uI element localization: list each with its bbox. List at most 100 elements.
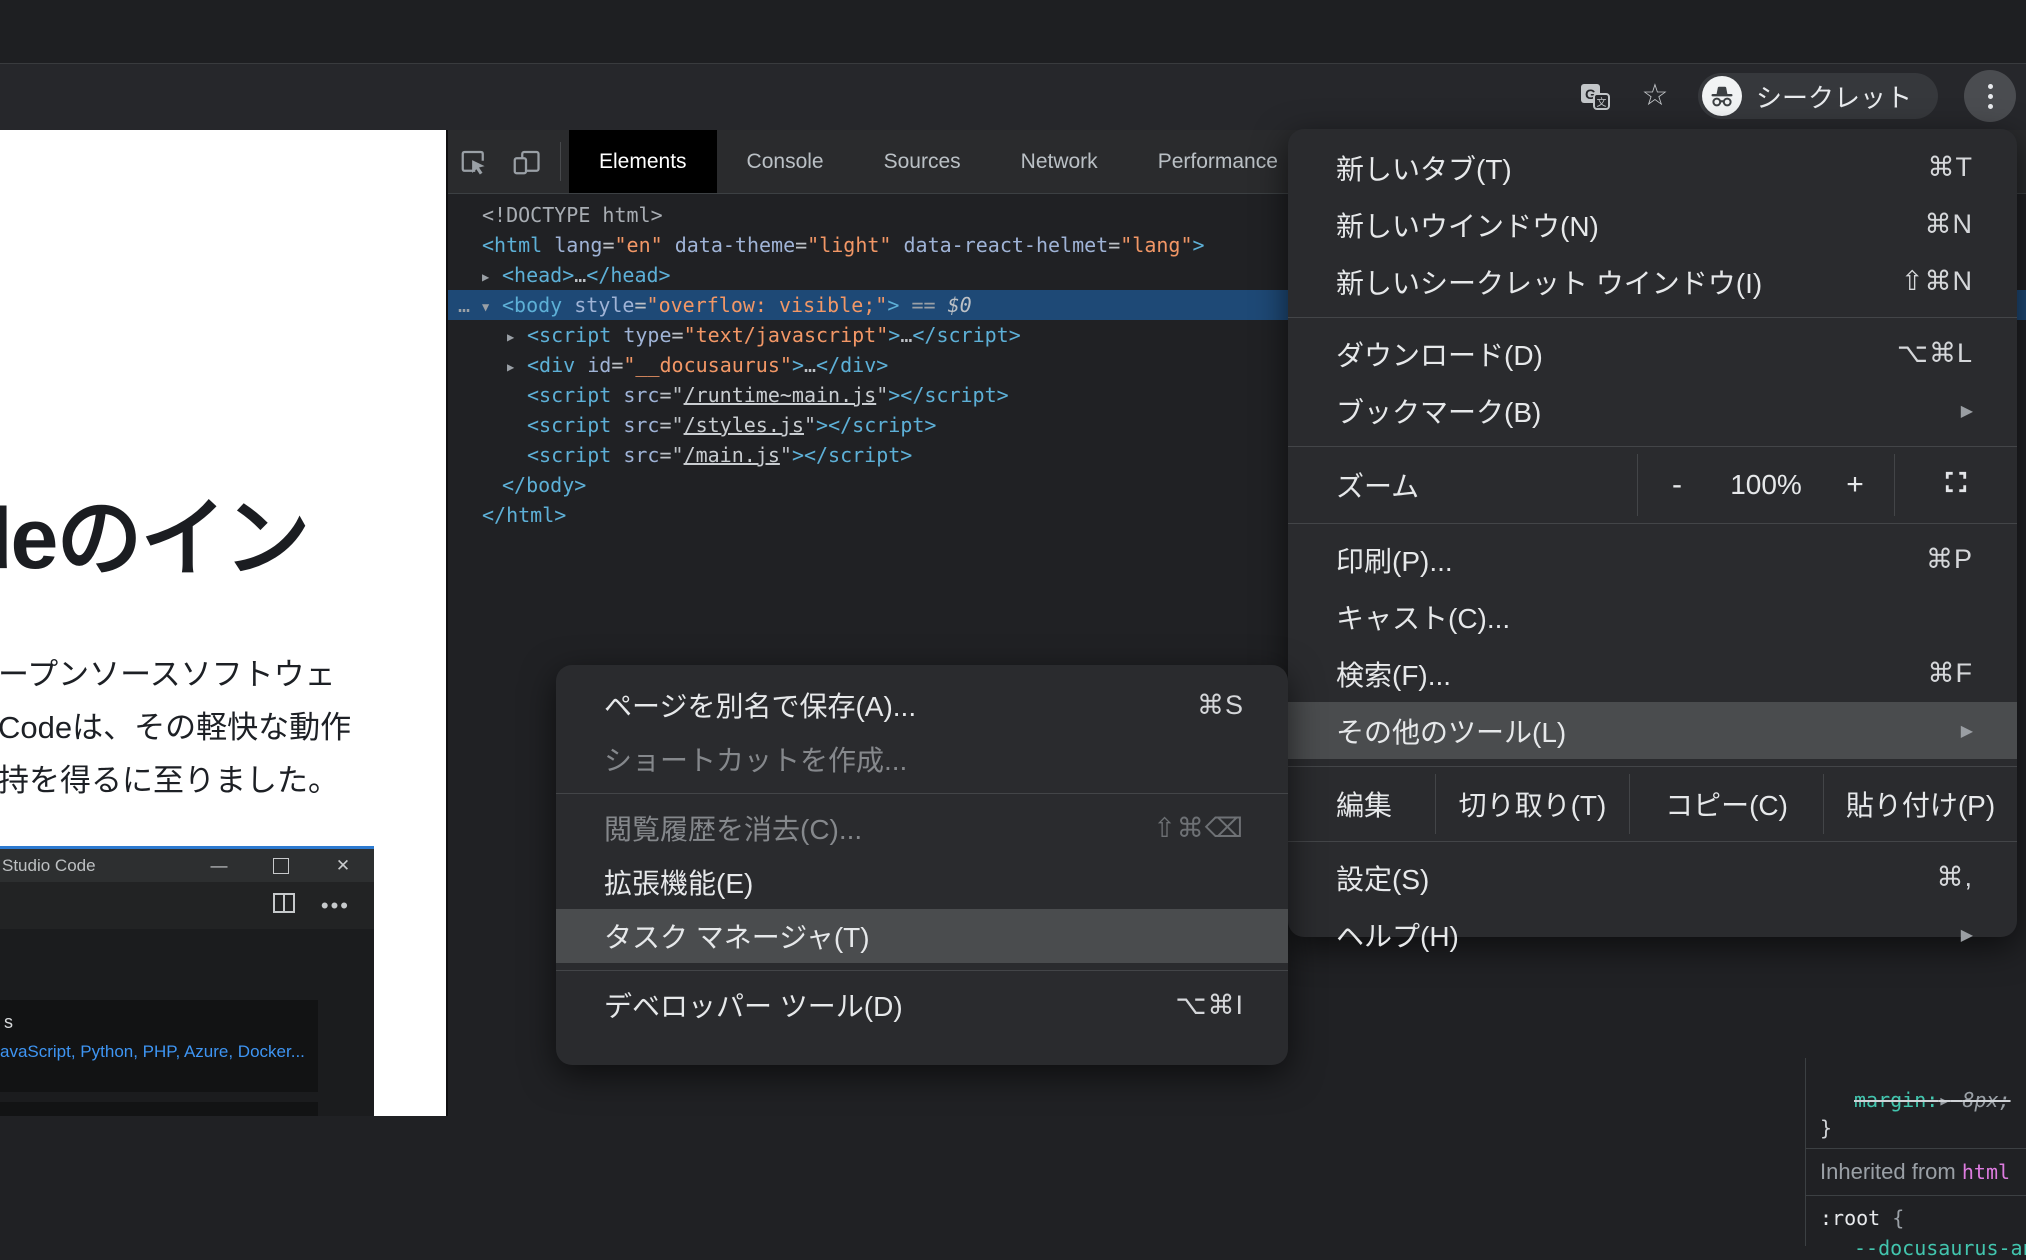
vscode-screenshot: Studio Code — ✕ ••• s avaScript, Python,… xyxy=(0,846,374,1116)
vscode-titlebar: Studio Code — ✕ xyxy=(0,849,374,882)
expand-arrow-icon[interactable]: ▶ xyxy=(507,352,527,382)
tab-console[interactable]: Console xyxy=(717,130,854,193)
menu-item[interactable]: 切り取り(T) xyxy=(1435,774,1629,834)
code-token: $0 xyxy=(948,293,972,317)
node-options-dots[interactable]: … xyxy=(458,290,470,320)
split-editor-icon xyxy=(273,893,295,918)
zoom-in-button[interactable]: + xyxy=(1816,454,1894,516)
menu-separator xyxy=(1288,523,2017,524)
menu-item[interactable]: ページを別名で保存(A)...⌘S xyxy=(556,678,1288,732)
expand-arrow-icon[interactable]: ▶ xyxy=(482,262,502,292)
code-token: <div xyxy=(527,353,575,377)
menu-item[interactable]: 検索(F)...⌘F xyxy=(1288,645,2017,702)
svg-text:文: 文 xyxy=(1596,96,1606,109)
screenshot-root: { "browser": { "incognito_label": "シークレッ… xyxy=(0,0,2026,1116)
code-token: … xyxy=(804,353,816,377)
code-token: > xyxy=(792,353,804,377)
code-token: "text/javascript" xyxy=(684,323,889,347)
tab-strip xyxy=(0,0,2026,64)
toolbar-divider xyxy=(560,142,561,181)
menu-item[interactable]: キャスト(C)... xyxy=(1288,588,2017,645)
menu-item-label: 設定(S) xyxy=(1336,858,1936,898)
collapse-arrow-icon[interactable]: ▼ xyxy=(482,292,502,322)
code-token: <head> xyxy=(502,263,574,287)
code-token: "overflow: visible;" xyxy=(647,293,888,317)
code-token: = xyxy=(795,233,807,257)
code-token xyxy=(891,233,903,257)
menu-item[interactable]: ダウンロード(D)⌥⌘L xyxy=(1288,325,2017,382)
menu-item[interactable]: 拡張機能(E) xyxy=(556,855,1288,909)
page-title: deのイン xyxy=(0,468,308,593)
menu-shortcut: ⌘, xyxy=(1936,862,1973,893)
menu-item[interactable]: デベロッパー ツール(D)⌥⌘I xyxy=(556,978,1288,1032)
menu-shortcut: ⌘P xyxy=(1926,544,1973,575)
code-token: … xyxy=(574,263,586,287)
expand-arrow-icon[interactable]: ▶ xyxy=(507,322,527,352)
more-tools-submenu: ページを別名で保存(A)...⌘Sショートカットを作成...閲覧履歴を消去(C)… xyxy=(556,665,1288,1065)
code-token: "lang" xyxy=(1120,233,1192,257)
code-token: <script xyxy=(527,443,611,467)
tab-performance[interactable]: Performance xyxy=(1128,130,1308,193)
code-token: <script xyxy=(527,323,611,347)
menu-item[interactable]: タスク マネージャ(T) xyxy=(556,909,1288,963)
menu-shortcut: ⌘S xyxy=(1197,690,1244,721)
menu-item-label: タスク マネージャ(T) xyxy=(604,916,1244,956)
menu-item[interactable]: ブックマーク(B)▶ xyxy=(1288,382,2017,439)
fullscreen-button[interactable] xyxy=(1895,454,2017,516)
browser-menu-button[interactable] xyxy=(1964,70,2016,122)
code-token: lang xyxy=(554,233,602,257)
code-token: id xyxy=(587,353,611,377)
code-token: </html> xyxy=(482,503,566,527)
menu-item[interactable]: コピー(C) xyxy=(1629,774,1823,834)
zoom-out-button[interactable]: - xyxy=(1638,454,1716,516)
bookmark-star-icon[interactable]: ☆ xyxy=(1638,79,1672,113)
menu-item[interactable]: 新しいタブ(T)⌘T xyxy=(1288,139,2017,196)
code-token: ></script> xyxy=(792,443,912,467)
code-token: = xyxy=(602,233,614,257)
webpage-viewport: deのイン ープンソースソフトウェ Codeは、その軽快な動作 持を得るに至りま… xyxy=(0,130,446,1116)
code-token: == xyxy=(899,293,947,317)
code-token: <!DOCTYPE html> xyxy=(482,203,663,227)
inherited-node-link[interactable]: html xyxy=(1962,1160,2010,1184)
menu-item[interactable]: その他のツール(L)▶ xyxy=(1288,702,2017,759)
code-token: </head> xyxy=(586,263,670,287)
code-token: > xyxy=(888,323,900,347)
app-menu-edit-row: 編集切り取り(T)コピー(C)貼り付け(P) xyxy=(1288,774,2017,834)
tab-elements[interactable]: Elements xyxy=(569,130,717,193)
code-token: data-react-helmet xyxy=(904,233,1109,257)
vscode-window-title: Studio Code xyxy=(2,856,188,876)
code-token xyxy=(611,383,623,407)
code-token: /main.js xyxy=(684,443,780,467)
menu-separator xyxy=(556,970,1288,971)
menu-item-label: ヘルプ(H) xyxy=(1336,915,1943,955)
code-token: src xyxy=(623,413,659,437)
menu-shortcut: ⌘F xyxy=(1928,658,1974,689)
translate-icon[interactable]: G 文 xyxy=(1578,79,1612,113)
incognito-badge: シークレット xyxy=(1698,73,1938,119)
inspect-element-icon[interactable] xyxy=(448,130,500,193)
code-token: " xyxy=(780,443,792,467)
menu-item[interactable]: 新しいシークレット ウインドウ(I)⇧⌘N xyxy=(1288,253,2017,310)
code-token xyxy=(663,233,675,257)
menu-item[interactable]: 設定(S)⌘, xyxy=(1288,849,2017,906)
paragraph-line: Codeは、その軽快な動作 xyxy=(0,701,351,754)
code-token: … xyxy=(900,323,912,347)
tab-network[interactable]: Network xyxy=(991,130,1128,193)
menu-item[interactable]: 貼り付け(P) xyxy=(1823,774,2017,834)
browser-chrome: G 文 ☆ シークレット xyxy=(0,0,2026,130)
menu-shortcut: ⌥⌘I xyxy=(1175,990,1244,1021)
maximize-icon xyxy=(250,849,312,882)
tab-sources[interactable]: Sources xyxy=(854,130,991,193)
device-toolbar-icon[interactable] xyxy=(500,130,552,193)
menu-item[interactable]: 印刷(P)...⌘P xyxy=(1288,531,2017,588)
code-token: "light" xyxy=(807,233,891,257)
section-divider xyxy=(1806,1148,2026,1149)
menu-shortcut: ⇧⌘N xyxy=(1901,266,1973,297)
code-token: src xyxy=(623,383,659,407)
menu-item[interactable]: ヘルプ(H)▶ xyxy=(1288,906,2017,963)
incognito-icon xyxy=(1702,76,1742,116)
menu-item[interactable]: 新しいウインドウ(N)⌘N xyxy=(1288,196,2017,253)
more-actions-icon: ••• xyxy=(321,893,350,919)
menu-item-label: その他のツール(L) xyxy=(1336,711,1943,751)
code-token: </script> xyxy=(912,323,1020,347)
